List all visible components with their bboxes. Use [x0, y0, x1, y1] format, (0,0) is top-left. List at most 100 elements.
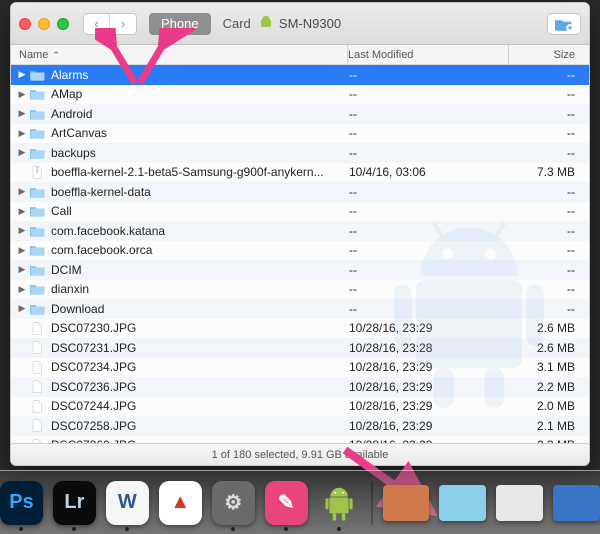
list-item[interactable]: boeffla-kernel-2.1-beta5-Samsung-g900f-a…	[11, 163, 589, 183]
disclosure-triangle-icon[interactable]: ▶	[17, 284, 27, 295]
row-name: Alarms	[51, 68, 88, 82]
folder-icon	[29, 204, 45, 218]
row-size: 2.6 MB	[509, 341, 589, 355]
file-icon	[29, 321, 45, 335]
disclosure-triangle-icon[interactable]: ▶	[17, 186, 27, 197]
sort-caret-icon: ⌃	[52, 50, 60, 60]
disclosure-triangle-icon[interactable]: ▶	[17, 303, 27, 314]
row-modified: --	[349, 282, 509, 296]
list-item[interactable]: DSC07236.JPG10/28/16, 23:292.2 MB	[11, 377, 589, 397]
list-item[interactable]: DSC07230.JPG10/28/16, 23:292.6 MB	[11, 319, 589, 339]
row-name: com.facebook.katana	[51, 224, 165, 238]
file-listing[interactable]: ▶Alarms----▶AMap----▶Android----▶ArtCanv…	[11, 65, 589, 443]
disclosure-triangle-icon[interactable]: ▶	[17, 245, 27, 256]
row-modified: --	[349, 107, 509, 121]
file-icon	[29, 419, 45, 433]
list-item[interactable]: DSC07244.JPG10/28/16, 23:292.0 MB	[11, 397, 589, 417]
row-name: DSC07231.JPG	[51, 341, 136, 355]
row-size: --	[509, 185, 589, 199]
list-item[interactable]: ▶AMap----	[11, 85, 589, 105]
forward-button[interactable]: ›	[110, 14, 136, 34]
row-modified: 10/28/16, 23:29	[349, 438, 509, 443]
row-name: ArtCanvas	[51, 126, 107, 140]
window-controls	[19, 18, 69, 30]
titlebar: ‹ › Phone Card SM-N9300	[11, 3, 589, 45]
row-size: --	[509, 68, 589, 82]
back-button[interactable]: ‹	[84, 14, 110, 34]
file-transfer-window: ‹ › Phone Card SM-N9300 Name⌃ Last Modif…	[10, 2, 590, 466]
row-name: DSC07230.JPG	[51, 321, 136, 335]
row-size: --	[509, 282, 589, 296]
row-modified: --	[349, 87, 509, 101]
list-item[interactable]: ▶Download----	[11, 299, 589, 319]
list-item[interactable]: ▶com.facebook.katana----	[11, 221, 589, 241]
row-size: 2.2 MB	[509, 380, 589, 394]
tab-phone[interactable]: Phone	[149, 13, 211, 35]
dock-minimized-window[interactable]	[553, 485, 600, 521]
list-item[interactable]: ▶boeffla-kernel-data----	[11, 182, 589, 202]
file-icon	[29, 380, 45, 394]
disclosure-triangle-icon[interactable]: ▶	[17, 69, 27, 80]
folder-icon	[29, 107, 45, 121]
disclosure-triangle-icon[interactable]: ▶	[17, 264, 27, 275]
list-item[interactable]: ▶ Android ----	[11, 104, 589, 124]
dock-photoshop[interactable]: Ps	[0, 481, 43, 525]
disclosure-triangle-icon[interactable]: ▶	[17, 225, 27, 236]
row-name: Android	[51, 107, 92, 121]
row-size: 2.1 MB	[509, 419, 589, 433]
row-size: --	[509, 243, 589, 257]
dock-minimized-window[interactable]	[496, 485, 543, 521]
dock-minimized-window[interactable]	[383, 485, 430, 521]
list-item[interactable]: ▶dianxin----	[11, 280, 589, 300]
dock-skitch[interactable]: ✎	[265, 481, 308, 525]
row-name: DSC07260.JPG	[51, 438, 136, 443]
row-name: backups	[51, 146, 96, 160]
dock-word[interactable]: W	[106, 481, 149, 525]
storage-tabs: Phone Card	[149, 13, 263, 35]
row-size: --	[509, 107, 589, 121]
disclosure-triangle-icon[interactable]: ▶	[17, 147, 27, 158]
nav-buttons: ‹ ›	[83, 13, 137, 35]
disclosure-triangle-icon[interactable]: ▶	[17, 108, 27, 119]
row-size: --	[509, 302, 589, 316]
header-name[interactable]: Name⌃	[11, 49, 347, 61]
row-modified: --	[349, 126, 509, 140]
folder-icon	[29, 243, 45, 257]
dock-lightroom[interactable]: Lr	[53, 481, 96, 525]
list-item[interactable]: ▶DCIM----	[11, 260, 589, 280]
disclosure-triangle-icon[interactable]: ▶	[17, 89, 27, 100]
file-icon	[29, 341, 45, 355]
new-folder-button[interactable]	[547, 13, 581, 35]
column-headers: Name⌃ Last Modified Size	[11, 45, 589, 65]
list-item[interactable]: ▶ArtCanvas----	[11, 124, 589, 144]
dock-android-file-transfer[interactable]	[318, 481, 361, 525]
dock-minimized-window[interactable]	[439, 485, 486, 521]
list-item[interactable]: ▶Alarms----	[11, 65, 589, 85]
header-size[interactable]: Size	[509, 49, 589, 61]
row-size: 2.3 MB	[509, 438, 589, 443]
maximize-button[interactable]	[57, 18, 69, 30]
list-item[interactable]: DSC07231.JPG10/28/16, 23:282.6 MB	[11, 338, 589, 358]
folder-icon	[29, 146, 45, 160]
list-item[interactable]: ▶Call----	[11, 202, 589, 222]
close-button[interactable]	[19, 18, 31, 30]
row-modified: 10/28/16, 23:29	[349, 360, 509, 374]
dock-settings[interactable]: ⚙	[212, 481, 255, 525]
list-item[interactable]: ▶backups----	[11, 143, 589, 163]
row-name: boeffla-kernel-2.1-beta5-Samsung-g900f-a…	[51, 165, 324, 179]
row-size: --	[509, 263, 589, 277]
list-item[interactable]: DSC07258.JPG10/28/16, 23:292.1 MB	[11, 416, 589, 436]
list-item[interactable]: DSC07234.JPG10/28/16, 23:293.1 MB	[11, 358, 589, 378]
disclosure-triangle-icon[interactable]: ▶	[17, 206, 27, 217]
row-modified: 10/28/16, 23:29	[349, 399, 509, 413]
minimize-button[interactable]	[38, 18, 50, 30]
list-item[interactable]: ▶com.facebook.orca----	[11, 241, 589, 261]
disclosure-triangle-icon[interactable]: ▶	[17, 128, 27, 139]
tab-card[interactable]: Card	[211, 13, 263, 35]
list-item[interactable]: DSC07260.JPG 10/28/16, 23:292.3 MB	[11, 436, 589, 444]
dock-blaze[interactable]: ▲	[159, 481, 202, 525]
row-name: com.facebook.orca	[51, 243, 152, 257]
zip-icon	[29, 165, 45, 179]
row-modified: 10/28/16, 23:29	[349, 419, 509, 433]
header-modified[interactable]: Last Modified	[348, 49, 508, 61]
